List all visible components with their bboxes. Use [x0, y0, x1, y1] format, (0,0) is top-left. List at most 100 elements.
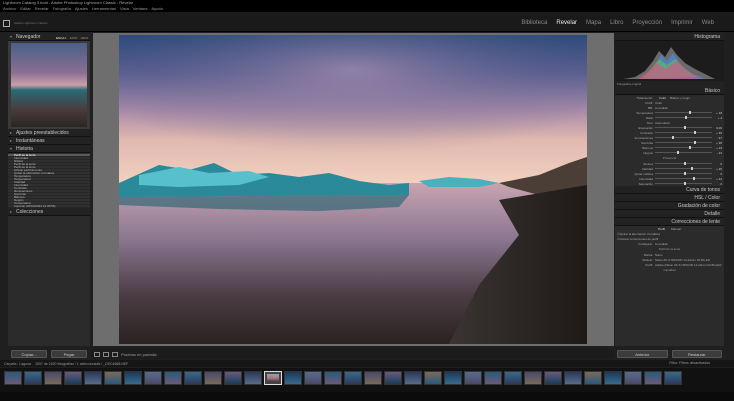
filmstrip-thumbnail[interactable] — [4, 371, 22, 385]
module-6[interactable]: Web — [702, 20, 714, 26]
profile2-select[interactable]: Adobe (Nikon AF-S NIKKOR 14-24mm f/2.8G … — [655, 263, 722, 267]
slider-track[interactable] — [655, 162, 712, 165]
filmstrip-thumbnail[interactable] — [124, 371, 142, 385]
filmstrip-thumbnail[interactable] — [24, 371, 42, 385]
filmstrip-thumbnail[interactable] — [464, 371, 482, 385]
bottom-panel-toggle[interactable] — [0, 392, 734, 401]
slider-value[interactable]: 0 — [712, 162, 722, 166]
slider-value[interactable]: 0 — [712, 172, 722, 176]
slider-track[interactable] — [655, 111, 712, 114]
color-grading-header[interactable]: Gradación de color — [615, 202, 724, 210]
filter-select[interactable]: Filtros desactivados — [679, 361, 710, 365]
module-3[interactable]: Libro — [610, 20, 623, 26]
filmstrip-thumbnail[interactable] — [604, 371, 622, 385]
auto-button[interactable]: Automático — [655, 121, 670, 125]
slider-track[interactable] — [655, 172, 712, 175]
filmstrip-thumbnail[interactable] — [64, 371, 82, 385]
navigator-header[interactable]: Navegador ENCAJ.100%100% — [8, 33, 90, 41]
slider-handle[interactable] — [684, 116, 687, 119]
hsl-header[interactable]: HSL / Color — [615, 194, 724, 202]
slider-handle[interactable] — [683, 182, 686, 185]
filter-control[interactable]: Filtro: Filtros desactivados — [669, 361, 710, 365]
slider-track[interactable] — [655, 131, 712, 134]
previous-button[interactable]: Anterior — [617, 350, 668, 358]
model-select[interactable]: Nikon AF-S NIKKOR 14-24mm f/2.8G ED — [655, 258, 710, 262]
detail-header[interactable]: Detalle — [615, 210, 724, 218]
histogram-header[interactable]: Histograma — [615, 33, 724, 41]
slider-handle[interactable] — [683, 172, 686, 175]
treatment-color[interactable]: Color — [655, 96, 670, 100]
tone-curve-header[interactable]: Curva de tonos — [615, 186, 724, 194]
slider-handle[interactable] — [683, 126, 686, 129]
slider-handle[interactable] — [693, 131, 696, 134]
source-label[interactable]: Carpeta : Laguna — [4, 362, 31, 366]
slider-track[interactable] — [655, 151, 712, 154]
slider-value[interactable]: 0 — [712, 182, 722, 186]
filmstrip-thumbnail[interactable] — [244, 371, 262, 385]
presets-header[interactable]: Ajustes preestablecidos — [8, 129, 90, 137]
filmstrip-thumbnail[interactable] — [224, 371, 242, 385]
lens-corrections-header[interactable]: Correcciones de lente — [615, 218, 724, 226]
filmstrip-thumbnail[interactable] — [664, 371, 682, 385]
filmstrip-thumbnail[interactable] — [184, 371, 202, 385]
slider-value[interactable]: - 22 — [712, 151, 722, 155]
filmstrip-thumbnail[interactable] — [204, 371, 222, 385]
treatment-bw[interactable]: Blanco y negro — [670, 96, 690, 100]
slider-track[interactable] — [655, 141, 712, 144]
filmstrip-thumbnail[interactable] — [404, 371, 422, 385]
slider-track[interactable] — [655, 146, 712, 149]
slider-value[interactable]: + 4 — [712, 116, 722, 120]
module-2[interactable]: Mapa — [586, 20, 601, 26]
navigator-preview[interactable] — [8, 41, 90, 129]
slider-value[interactable]: + 36 — [712, 131, 722, 135]
filmstrip-thumbnail[interactable] — [444, 371, 462, 385]
slider-handle[interactable] — [689, 111, 692, 114]
slider-track[interactable] — [655, 136, 712, 139]
slider-value[interactable]: - 37 — [712, 136, 722, 140]
filmstrip-thumbnail[interactable] — [524, 371, 542, 385]
slider-track[interactable] — [655, 126, 712, 129]
before-after-icon[interactable] — [103, 351, 109, 357]
history-header[interactable]: Historia — [8, 145, 90, 153]
lens-tab-profile[interactable]: Perfil — [658, 227, 665, 231]
filmstrip-thumbnail[interactable] — [104, 371, 122, 385]
filmstrip-thumbnail[interactable] — [644, 371, 662, 385]
filmstrip-thumbnail[interactable] — [504, 371, 522, 385]
module-4[interactable]: Proyección — [632, 20, 662, 26]
make-select[interactable]: Nikon — [655, 253, 663, 257]
collections-header[interactable]: Colecciones — [8, 208, 90, 216]
slider-handle[interactable] — [692, 177, 695, 180]
snapshots-header[interactable]: Instantáneas — [8, 137, 90, 145]
profile-select[interactable]: Color — [655, 101, 662, 105]
filmstrip-thumbnail[interactable] — [304, 371, 322, 385]
module-5[interactable]: Imprimir — [671, 20, 693, 26]
slider-track[interactable] — [655, 177, 712, 180]
slider-handle[interactable] — [676, 151, 679, 154]
copy-button[interactable]: Copiar... — [11, 350, 47, 358]
slider-value[interactable]: 0,00 — [712, 126, 722, 130]
slider-value[interactable]: + 26 — [712, 167, 722, 171]
paste-button[interactable]: Pegar — [51, 350, 87, 358]
proof-checkbox[interactable] — [112, 351, 118, 357]
slider-handle[interactable] — [693, 141, 696, 144]
slider-handle[interactable] — [690, 167, 693, 170]
filmstrip-thumbnail[interactable] — [144, 371, 162, 385]
filmstrip-thumbnail[interactable] — [384, 371, 402, 385]
filmstrip-thumbnail[interactable] — [84, 371, 102, 385]
reset-button[interactable]: Restaurar — [671, 350, 722, 358]
slider-handle[interactable] — [689, 146, 692, 149]
slider-value[interactable]: + 19 — [712, 146, 722, 150]
filmstrip-thumbnail[interactable] — [584, 371, 602, 385]
module-1[interactable]: Revelar — [556, 20, 577, 26]
basic-header[interactable]: Básico — [615, 87, 724, 95]
slider-track[interactable] — [655, 116, 712, 119]
filmstrip-thumbnail[interactable] — [564, 371, 582, 385]
wb-select[interactable]: A medida — [655, 106, 668, 110]
lens-tab-manual[interactable]: Manual — [671, 227, 681, 231]
slider-handle[interactable] — [683, 162, 686, 165]
slider-value[interactable]: + 38 — [712, 141, 722, 145]
slider-track[interactable] — [655, 167, 712, 170]
filmstrip-thumbnail[interactable] — [264, 371, 282, 385]
filmstrip-thumbnail[interactable] — [344, 371, 362, 385]
filmstrip-thumbnail[interactable] — [284, 371, 302, 385]
